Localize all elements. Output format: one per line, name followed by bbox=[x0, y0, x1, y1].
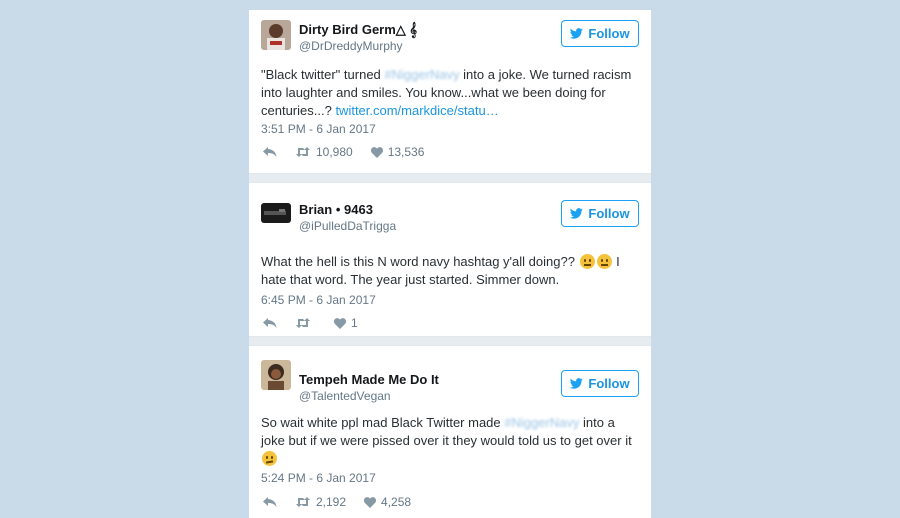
tweet-text-part: "Black twitter" turned bbox=[261, 67, 385, 82]
retweet-button[interactable]: 2,192 bbox=[295, 495, 346, 509]
tweet-actions: 10,980 13,536 bbox=[263, 144, 442, 160]
username[interactable]: @DrDreddyMurphy bbox=[299, 39, 403, 53]
confused-face-icon bbox=[596, 254, 612, 269]
bird-icon bbox=[570, 208, 584, 219]
tweet-card: Brian • 9463 ⁠ @iPulledDaTrigga Follow W… bbox=[249, 183, 651, 338]
avatar[interactable] bbox=[261, 20, 291, 50]
tweet-text: What the hell is this N word navy hashta… bbox=[261, 253, 641, 289]
confused-face-icon bbox=[579, 254, 595, 269]
bird-icon bbox=[570, 28, 584, 39]
timestamp[interactable]: 5:24 PM - 6 Jan 2017 bbox=[261, 471, 376, 485]
like-button[interactable]: 13,536 bbox=[370, 145, 425, 159]
retweet-button[interactable] bbox=[295, 317, 316, 329]
display-name[interactable]: ⁠Dirty Bird Germ△ 𝄞 bbox=[299, 22, 417, 38]
retweet-icon bbox=[296, 147, 310, 157]
tweet-divider bbox=[249, 336, 651, 346]
display-name[interactable]: Tempeh Made Me Do It bbox=[299, 372, 439, 387]
follow-button[interactable]: Follow bbox=[561, 370, 639, 397]
retweet-icon bbox=[296, 318, 310, 328]
retweet-button[interactable]: 10,980 bbox=[295, 145, 353, 159]
tweet-actions: 1 bbox=[263, 315, 376, 331]
reply-icon bbox=[263, 147, 277, 157]
reply-icon bbox=[263, 318, 277, 328]
follow-label: Follow bbox=[588, 26, 630, 41]
retweet-icon bbox=[296, 497, 310, 507]
username[interactable]: @TalentedVegan bbox=[299, 389, 391, 403]
username[interactable]: @iPulledDaTrigga bbox=[299, 219, 396, 233]
avatar[interactable] bbox=[261, 360, 291, 390]
reply-button[interactable] bbox=[263, 317, 277, 329]
like-button[interactable]: 1 bbox=[334, 316, 358, 330]
like-button[interactable]: 4,258 bbox=[364, 495, 411, 509]
tweet-column: ⁠Dirty Bird Germ△ 𝄞 @DrDreddyMurphy Foll… bbox=[249, 10, 651, 518]
tweet-text: So wait white ppl mad Black Twitter made… bbox=[261, 414, 641, 468]
like-count: 4,258 bbox=[381, 495, 412, 509]
tweet-card: ⁠Dirty Bird Germ△ 𝄞 @DrDreddyMurphy Foll… bbox=[249, 10, 651, 173]
follow-button[interactable]: Follow bbox=[561, 20, 639, 47]
like-count: 13,536 bbox=[387, 145, 425, 159]
follow-button[interactable]: Follow bbox=[561, 200, 639, 227]
heart-icon bbox=[364, 496, 377, 508]
tweet-text: "Black twitter" turned #NiggerNavy into … bbox=[261, 66, 641, 120]
retweet-count: 2,192 bbox=[316, 495, 347, 509]
follow-label: Follow bbox=[588, 376, 630, 391]
follow-label: Follow bbox=[588, 206, 630, 221]
reply-icon bbox=[263, 497, 277, 507]
hashtag-link[interactable]: #NiggerNavy bbox=[504, 415, 579, 430]
status-link[interactable]: twitter.com/markdice/statu… bbox=[335, 103, 498, 118]
like-count: 1 bbox=[351, 316, 358, 330]
tweet-text-part: What the hell is this N word navy hashta… bbox=[261, 254, 575, 269]
timestamp[interactable]: 6:45 PM - 6 Jan 2017 bbox=[261, 293, 376, 307]
timestamp[interactable]: 3:51 PM - 6 Jan 2017 bbox=[261, 122, 376, 136]
reply-button[interactable] bbox=[263, 146, 277, 158]
retweet-count: 10,980 bbox=[316, 145, 353, 159]
display-name[interactable]: Brian • 9463 ⁠ bbox=[299, 202, 377, 217]
heart-icon bbox=[334, 317, 346, 329]
tweet-text-part: So wait white ppl mad Black Twitter made bbox=[261, 415, 505, 430]
tweet-card: Tempeh Made Me Do It @TalentedVegan Foll… bbox=[249, 346, 651, 518]
bird-icon bbox=[570, 378, 584, 389]
hashtag-link[interactable]: #NiggerNavy bbox=[384, 67, 459, 82]
tweet-divider bbox=[249, 173, 651, 183]
tweet-actions: 2,192 4,258 bbox=[263, 494, 429, 510]
reply-button[interactable] bbox=[263, 496, 277, 508]
thinking-face-icon bbox=[262, 451, 277, 466]
heart-icon bbox=[370, 146, 383, 158]
avatar[interactable] bbox=[261, 203, 291, 223]
